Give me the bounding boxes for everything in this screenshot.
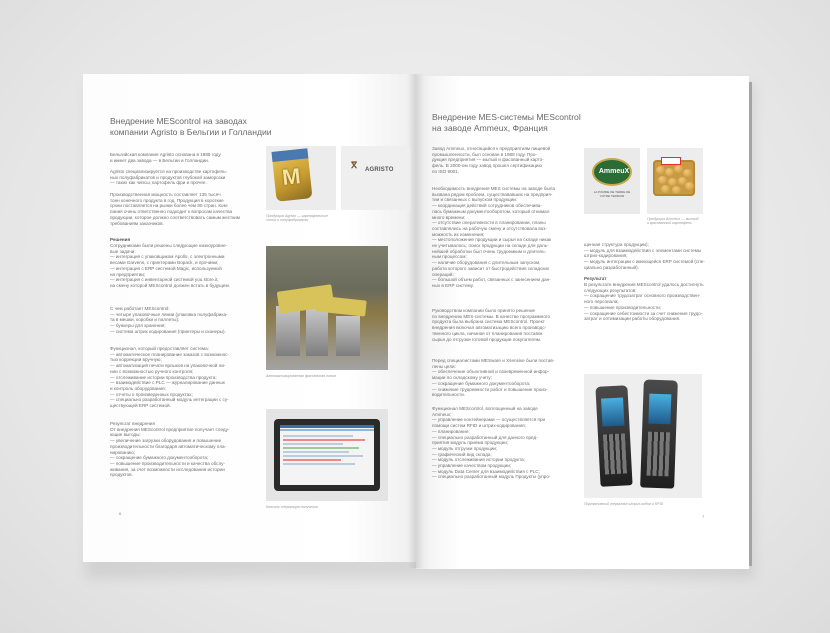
- right-need: Необходимость внедрения MES системы на з…: [432, 186, 556, 288]
- right-management: Руководством компании было принято решен…: [432, 308, 551, 342]
- right-page: Внедрение MES-системы MEScontrol на заво…: [416, 76, 749, 569]
- potato-tray-icon: [653, 157, 695, 196]
- left-paragraph-1: Agristo специализируется на производстве…: [110, 169, 228, 186]
- potato-product-photo: [647, 148, 703, 214]
- agristo-logo-panel: ⴳ AGRISTO: [341, 146, 411, 210]
- caption-factory: Автоматизированная фасовочная линия: [266, 374, 337, 378]
- left-paragraph-2: Производственная мощность составляет 135…: [110, 192, 240, 226]
- ammeux-logo-panel: AmmeuX LA POMME DE TERRE DE VOTRE TERROI…: [584, 148, 640, 214]
- right-page-number: 7: [702, 514, 705, 519]
- handheld-terminal-icon: [640, 379, 678, 489]
- agristo-logo-text: AGRISTO: [365, 167, 394, 173]
- left-works-with: С чем работает MEScontrol: — четыре упак…: [110, 306, 228, 334]
- handheld-terminal-icon: [595, 385, 633, 487]
- caption-potato: Продукция Ammeux — мытый и фасованный ка…: [647, 217, 699, 226]
- ammeux-logo-subtitle: LA POMME DE TERRE DE VOTRE TERROIR: [593, 190, 631, 198]
- left-results: Результат внедрения От внедрения MEScont…: [110, 421, 230, 478]
- left-solutions-heading: Решения: [110, 237, 131, 242]
- left-intro: Бельгийская компания Agristo основана в …: [110, 152, 221, 163]
- chips-bag-icon: [271, 148, 313, 202]
- ammeux-logo-icon: AmmeuX: [592, 158, 632, 186]
- monitor-icon: [274, 419, 380, 491]
- left-functions: Функционал, который предоставляет систем…: [110, 346, 229, 409]
- factory-line-photo: [266, 246, 388, 370]
- left-page-title: Внедрение MEScontrol на заводах компании…: [110, 116, 272, 137]
- caption-console: Консоль оператора получения: [266, 505, 319, 509]
- chips-product-photo: [266, 146, 336, 210]
- barcode-terminals-photo: [584, 374, 702, 498]
- right-result-body: В результате внедрения MEScontrol удалос…: [584, 282, 704, 322]
- right-functions-continued: щенная структура продукции); — модуль дл…: [584, 242, 705, 270]
- left-page-number: 6: [119, 511, 122, 516]
- agristo-logo-icon: ⴳ: [351, 160, 358, 170]
- left-page: Внедрение MEScontrol на заводах компании…: [83, 74, 416, 562]
- right-tasks: Перед специалистами MESware и Xsensive б…: [432, 358, 555, 398]
- operator-console-photo: [266, 409, 388, 501]
- left-solutions-body: Сотрудниками были решены следующие низко…: [110, 243, 230, 288]
- caption-chips: Продукция Agristo — картофельные чипсы и…: [266, 214, 328, 223]
- right-result-heading: Результат: [584, 276, 607, 281]
- right-intro: Завод Ammeux, относящийся к предприятиям…: [432, 146, 551, 174]
- right-functions: Функционал MEScontrol, воплощенный на за…: [432, 406, 551, 480]
- spine-gutter: [408, 74, 424, 568]
- caption-terminals: Портативный терминал штрих-кодов и RFID: [584, 502, 664, 506]
- right-page-title: Внедрение MES-системы MEScontrol на заво…: [432, 112, 581, 133]
